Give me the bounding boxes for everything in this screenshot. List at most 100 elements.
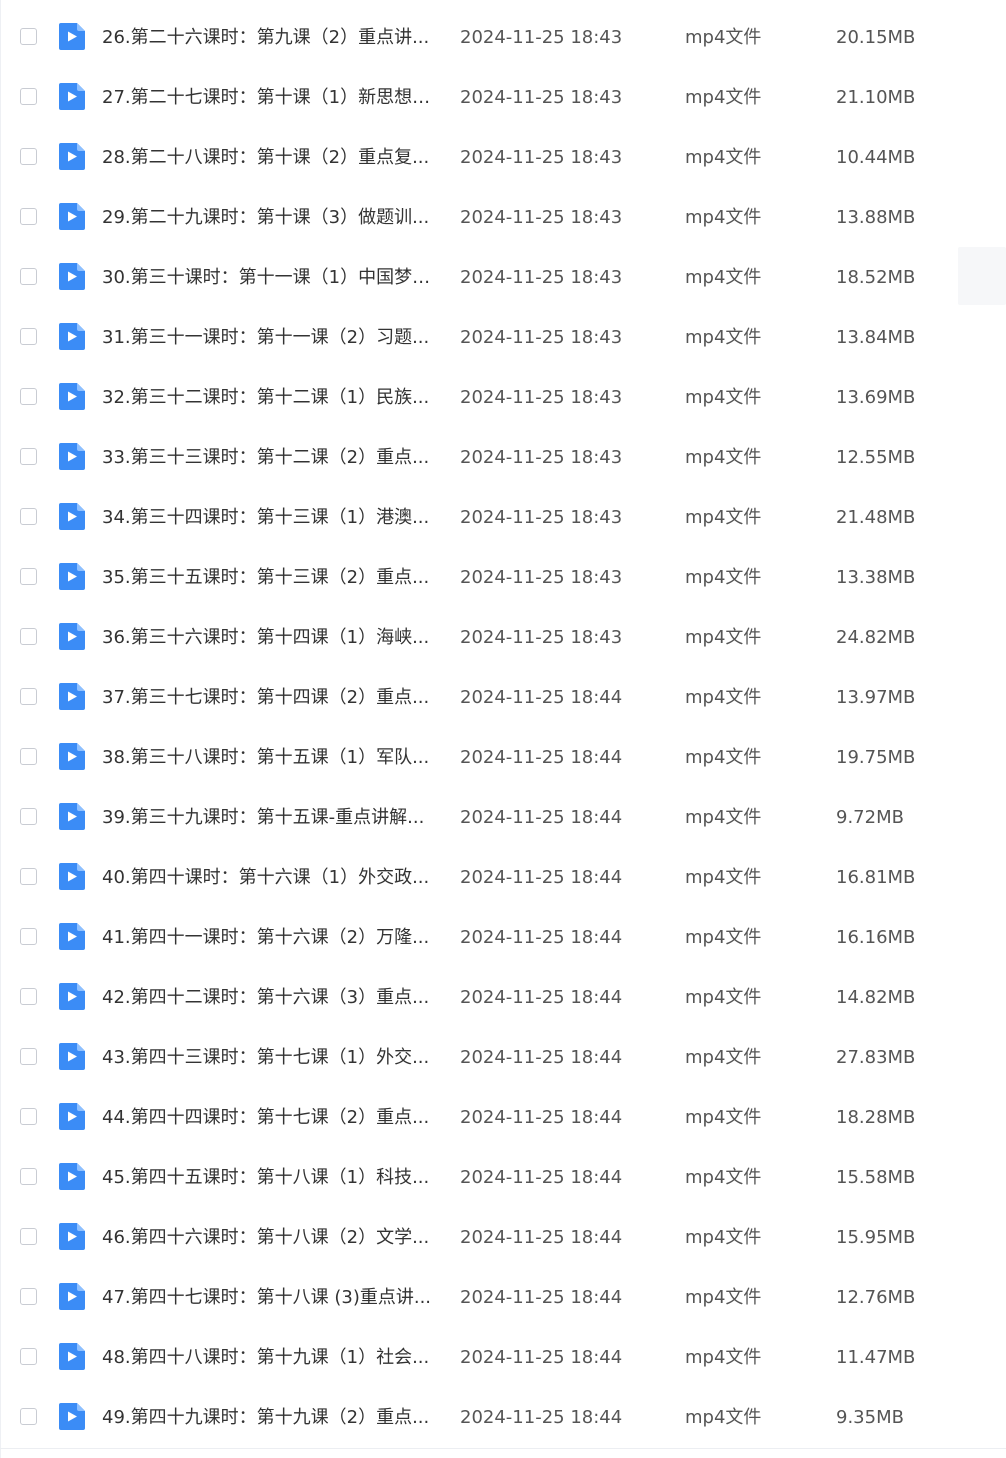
row-checkbox[interactable] <box>20 388 37 405</box>
file-row[interactable]: 40.第四十课时：第十六课（1）外交政... 2024-11-25 18:44 … <box>0 848 1006 908</box>
file-name[interactable]: 44.第四十四课时：第十七课（2）重点... <box>102 1088 432 1148</box>
row-checkbox[interactable] <box>20 1348 37 1365</box>
file-row[interactable]: 32.第三十二课时：第十二课（1）民族... 2024-11-25 18:43 … <box>0 368 1006 428</box>
file-type: mp4文件 <box>685 1347 762 1368</box>
file-size: 18.52MB <box>836 267 916 288</box>
file-name[interactable]: 45.第四十五课时：第十八课（1）科技... <box>102 1148 432 1208</box>
file-name[interactable]: 31.第三十一课时：第十一课（2）习题... <box>102 308 432 368</box>
file-row[interactable]: 39.第三十九课时：第十五课-重点讲解... 2024-11-25 18:44 … <box>0 788 1006 848</box>
file-row[interactable]: 30.第三十课时：第十一课（1）中国梦(... 2024-11-25 18:43… <box>0 248 1006 308</box>
file-modified-time: 2024-11-25 18:44 <box>460 1047 623 1068</box>
file-type: mp4文件 <box>685 387 762 408</box>
file-name[interactable]: 28.第二十八课时：第十课（2）重点复... <box>102 128 432 188</box>
file-row[interactable]: 47.第四十七课时：第十八课 (3)重点讲... 2024-11-25 18:4… <box>0 1268 1006 1328</box>
row-checkbox[interactable] <box>20 928 37 945</box>
file-name[interactable]: 35.第三十五课时：第十三课（2）重点... <box>102 548 432 608</box>
file-size: 21.10MB <box>836 87 916 108</box>
file-name[interactable]: 37.第三十七课时：第十四课（2）重点... <box>102 668 432 728</box>
row-checkbox[interactable] <box>20 268 37 285</box>
row-checkbox[interactable] <box>20 208 37 225</box>
file-row[interactable]: 46.第四十六课时：第十八课（2）文学... 2024-11-25 18:44 … <box>0 1208 1006 1268</box>
file-row[interactable]: 45.第四十五课时：第十八课（1）科技... 2024-11-25 18:44 … <box>0 1148 1006 1208</box>
file-size: 16.81MB <box>836 867 916 888</box>
file-row[interactable]: 27.第二十七课时：第十课（1）新思想(... 2024-11-25 18:43… <box>0 68 1006 128</box>
file-name[interactable]: 36.第三十六课时：第十四课（1）海峡... <box>102 608 432 668</box>
video-file-icon <box>59 23 85 50</box>
file-name[interactable]: 42.第四十二课时：第十六课（3）重点... <box>102 968 432 1028</box>
row-checkbox[interactable] <box>20 988 37 1005</box>
file-name[interactable]: 49.第四十九课时：第十九课（2）重点... <box>102 1388 432 1448</box>
video-file-icon <box>59 83 85 110</box>
file-type: mp4文件 <box>685 447 762 468</box>
file-row[interactable]: 26.第二十六课时：第九课（2）重点讲... 2024-11-25 18:43 … <box>0 8 1006 68</box>
file-name[interactable]: 46.第四十六课时：第十八课（2）文学... <box>102 1208 432 1268</box>
file-name[interactable]: 32.第三十二课时：第十二课（1）民族... <box>102 368 432 428</box>
row-checkbox[interactable] <box>20 148 37 165</box>
file-type: mp4文件 <box>685 1167 762 1188</box>
list-bottom-border <box>0 1448 1006 1449</box>
row-checkbox[interactable] <box>20 1168 37 1185</box>
row-checkbox[interactable] <box>20 628 37 645</box>
file-size: 10.44MB <box>836 147 916 168</box>
file-name[interactable]: 40.第四十课时：第十六课（1）外交政... <box>102 848 432 908</box>
file-size: 16.16MB <box>836 927 916 948</box>
file-name[interactable]: 43.第四十三课时：第十七课（1）外交... <box>102 1028 432 1088</box>
row-checkbox[interactable] <box>20 28 37 45</box>
file-name[interactable]: 30.第三十课时：第十一课（1）中国梦(... <box>102 248 432 308</box>
file-row[interactable]: 49.第四十九课时：第十九课（2）重点... 2024-11-25 18:44 … <box>0 1388 1006 1448</box>
file-name[interactable]: 26.第二十六课时：第九课（2）重点讲... <box>102 8 432 68</box>
row-checkbox[interactable] <box>20 1108 37 1125</box>
file-size: 13.84MB <box>836 327 916 348</box>
file-name[interactable]: 29.第二十九课时：第十课（3）做题训... <box>102 188 432 248</box>
file-modified-time: 2024-11-25 18:44 <box>460 807 623 828</box>
row-checkbox[interactable] <box>20 508 37 525</box>
file-row[interactable]: 35.第三十五课时：第十三课（2）重点... 2024-11-25 18:43 … <box>0 548 1006 608</box>
file-name[interactable]: 48.第四十八课时：第十九课（1）社会... <box>102 1328 432 1388</box>
file-name[interactable]: 47.第四十七课时：第十八课 (3)重点讲... <box>102 1268 432 1328</box>
file-row[interactable]: 41.第四十一课时：第十六课（2）万隆... 2024-11-25 18:44 … <box>0 908 1006 968</box>
file-row[interactable]: 43.第四十三课时：第十七课（1）外交... 2024-11-25 18:44 … <box>0 1028 1006 1088</box>
file-row[interactable]: 38.第三十八课时：第十五课（1）军队... 2024-11-25 18:44 … <box>0 728 1006 788</box>
file-row[interactable]: 33.第三十三课时：第十二课（2）重点... 2024-11-25 18:43 … <box>0 428 1006 488</box>
file-size: 13.38MB <box>836 567 916 588</box>
file-name[interactable]: 27.第二十七课时：第十课（1）新思想(... <box>102 68 432 128</box>
file-name[interactable]: 38.第三十八课时：第十五课（1）军队... <box>102 728 432 788</box>
file-name[interactable]: 41.第四十一课时：第十六课（2）万隆... <box>102 908 432 968</box>
file-type: mp4文件 <box>685 927 762 948</box>
file-list: 26.第二十六课时：第九课（2）重点讲... 2024-11-25 18:43 … <box>0 8 1006 1448</box>
row-checkbox[interactable] <box>20 88 37 105</box>
video-file-icon <box>59 263 85 290</box>
file-row[interactable]: 42.第四十二课时：第十六课（3）重点... 2024-11-25 18:44 … <box>0 968 1006 1028</box>
file-name[interactable]: 39.第三十九课时：第十五课-重点讲解... <box>102 788 432 848</box>
file-row[interactable]: 29.第二十九课时：第十课（3）做题训... 2024-11-25 18:43 … <box>0 188 1006 248</box>
row-checkbox[interactable] <box>20 1288 37 1305</box>
video-file-icon <box>59 1043 85 1070</box>
file-type: mp4文件 <box>685 207 762 228</box>
file-name[interactable]: 34.第三十四课时：第十三课（1）港澳... <box>102 488 432 548</box>
row-checkbox[interactable] <box>20 688 37 705</box>
row-checkbox[interactable] <box>20 748 37 765</box>
file-size: 13.69MB <box>836 387 916 408</box>
file-row[interactable]: 34.第三十四课时：第十三课（1）港澳... 2024-11-25 18:43 … <box>0 488 1006 548</box>
file-size: 15.95MB <box>836 1227 916 1248</box>
file-row[interactable]: 28.第二十八课时：第十课（2）重点复... 2024-11-25 18:43 … <box>0 128 1006 188</box>
file-row[interactable]: 36.第三十六课时：第十四课（1）海峡... 2024-11-25 18:43 … <box>0 608 1006 668</box>
file-modified-time: 2024-11-25 18:43 <box>460 327 623 348</box>
row-checkbox[interactable] <box>20 568 37 585</box>
file-type: mp4文件 <box>685 627 762 648</box>
row-checkbox[interactable] <box>20 1048 37 1065</box>
file-modified-time: 2024-11-25 18:44 <box>460 747 623 768</box>
row-checkbox[interactable] <box>20 328 37 345</box>
row-checkbox[interactable] <box>20 868 37 885</box>
row-checkbox[interactable] <box>20 808 37 825</box>
file-row[interactable]: 31.第三十一课时：第十一课（2）习题... 2024-11-25 18:43 … <box>0 308 1006 368</box>
file-row[interactable]: 37.第三十七课时：第十四课（2）重点... 2024-11-25 18:44 … <box>0 668 1006 728</box>
file-row[interactable]: 48.第四十八课时：第十九课（1）社会... 2024-11-25 18:44 … <box>0 1328 1006 1388</box>
video-file-icon <box>59 143 85 170</box>
file-row[interactable]: 44.第四十四课时：第十七课（2）重点... 2024-11-25 18:44 … <box>0 1088 1006 1148</box>
row-checkbox[interactable] <box>20 448 37 465</box>
video-file-icon <box>59 743 85 770</box>
row-checkbox[interactable] <box>20 1408 37 1425</box>
file-name[interactable]: 33.第三十三课时：第十二课（2）重点... <box>102 428 432 488</box>
row-checkbox[interactable] <box>20 1228 37 1245</box>
